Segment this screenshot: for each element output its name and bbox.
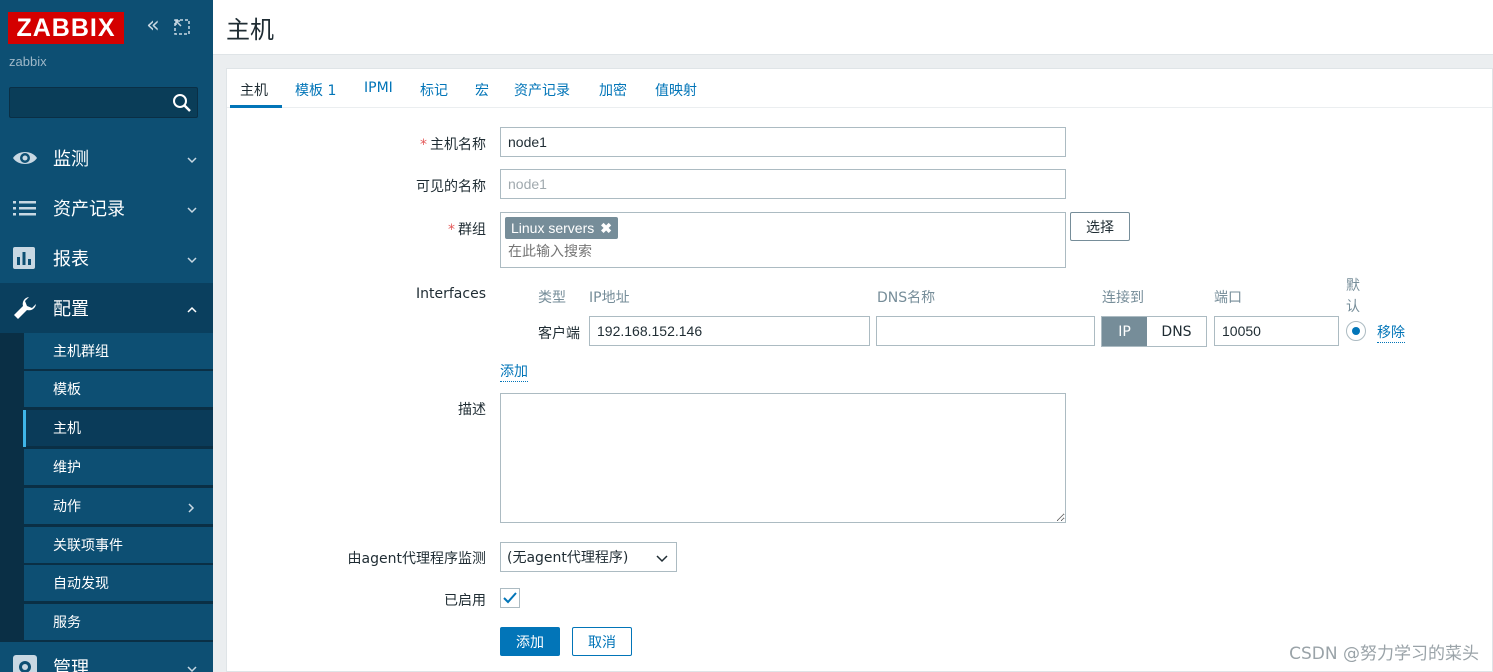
submenu-host-groups[interactable]: 主机群组 — [24, 333, 213, 370]
default-interface-radio[interactable] — [1346, 321, 1366, 341]
eye-icon — [12, 145, 38, 171]
close-icon[interactable]: ✖ — [600, 220, 612, 236]
submenu-services[interactable]: 服务 — [24, 604, 213, 641]
tab-host[interactable]: 主机 — [240, 80, 268, 100]
submenu-label: 关联项事件 — [53, 538, 123, 554]
host-name-label: * 主机名称 — [420, 137, 486, 153]
interface-ip-input[interactable] — [589, 316, 870, 346]
server-name: zabbix — [9, 54, 47, 69]
add-button[interactable]: 添加 — [500, 627, 560, 656]
active-tab-indicator — [230, 105, 282, 108]
tab-bar: 主机 模板 1 IPMI 标记 宏 资产记录 加密 值映射 — [227, 69, 1492, 108]
chevron-down-icon — [187, 662, 197, 672]
menu-configuration[interactable]: 配置 — [0, 283, 213, 333]
proxy-select-value: (无agent代理程序) — [507, 550, 629, 566]
connect-to-toggle[interactable]: IP DNS — [1101, 316, 1207, 347]
column-default-line1: 默 — [1346, 278, 1360, 294]
sidebar: ZABBIX « zabbix 监测 资产记录 报表 配置 主机群组 模板 主机… — [0, 0, 213, 672]
interfaces-label: Interfaces — [416, 286, 486, 302]
tab-encryption[interactable]: 加密 — [599, 80, 627, 100]
proxy-label: 由agent代理程序监测 — [347, 551, 486, 567]
column-default-line2: 认 — [1346, 299, 1360, 315]
tab-macros[interactable]: 宏 — [475, 80, 489, 100]
submenu-label: 主机 — [53, 421, 81, 437]
list-icon — [12, 195, 38, 221]
submenu-label: 模板 — [53, 382, 81, 398]
tab-templates[interactable]: 模板 1 — [295, 80, 336, 100]
chevron-down-icon — [656, 552, 668, 563]
host-form-panel: 主机 模板 1 IPMI 标记 宏 资产记录 加密 值映射 *主机名称 可见的名… — [226, 68, 1493, 672]
column-dns: DNS名称 — [877, 290, 936, 306]
menu-reports[interactable]: 报表 — [0, 233, 213, 283]
menu-label: 报表 — [53, 249, 89, 270]
tab-ipmi[interactable]: IPMI — [364, 80, 393, 96]
group-chip: Linux servers ✖ — [505, 217, 618, 239]
column-port: 端口 — [1214, 290, 1242, 306]
chevron-down-icon — [187, 153, 197, 164]
add-interface-link[interactable]: 添加 — [500, 361, 528, 382]
column-connect-to: 连接到 — [1102, 290, 1144, 306]
gear-icon — [12, 654, 38, 672]
menu-label: 监测 — [53, 149, 89, 170]
tab-inventory[interactable]: 资产记录 — [514, 80, 570, 100]
connect-ip-option[interactable]: IP — [1102, 317, 1147, 346]
visible-name-input[interactable] — [500, 169, 1066, 199]
groups-label: * 群组 — [448, 222, 486, 238]
zabbix-logo[interactable]: ZABBIX — [8, 12, 124, 44]
tab-tags[interactable]: 标记 — [420, 80, 448, 100]
menu-label: 管理 — [53, 658, 89, 672]
submenu-label: 自动发现 — [53, 576, 109, 592]
submenu-event-correlation[interactable]: 关联项事件 — [24, 527, 213, 564]
sidebar-search-input[interactable] — [10, 88, 170, 117]
column-type: 类型 — [538, 290, 566, 306]
column-ip: IP地址 — [589, 290, 630, 306]
sidebar-search[interactable] — [9, 87, 198, 118]
tab-value-mapping[interactable]: 值映射 — [655, 80, 697, 100]
chevron-right-icon — [187, 501, 195, 513]
enabled-label: 已启用 — [444, 593, 486, 609]
expand-icon[interactable] — [172, 17, 192, 37]
host-name-input[interactable] — [500, 127, 1066, 157]
submenu-label: 主机群组 — [53, 344, 109, 360]
submenu-discovery[interactable]: 自动发现 — [24, 565, 213, 602]
groups-multiselect[interactable]: Linux servers ✖ — [500, 212, 1066, 268]
submenu-actions[interactable]: 动作 — [24, 488, 213, 525]
menu-administration[interactable]: 管理 — [0, 642, 213, 672]
remove-interface-link[interactable]: 移除 — [1377, 322, 1405, 343]
wrench-icon — [12, 295, 38, 321]
checkmark-icon — [503, 592, 517, 604]
cancel-button[interactable]: 取消 — [572, 627, 632, 656]
interface-port-input[interactable] — [1214, 316, 1339, 346]
watermark: CSDN @努力学习的菜头 — [1289, 644, 1479, 664]
submenu-label: 服务 — [53, 615, 81, 631]
bar-chart-icon — [12, 245, 38, 271]
submenu-label: 维护 — [53, 460, 81, 476]
menu-monitoring[interactable]: 监测 — [0, 133, 213, 183]
chevron-down-icon — [187, 203, 197, 214]
description-textarea[interactable] — [500, 393, 1066, 523]
menu-inventory[interactable]: 资产记录 — [0, 183, 213, 233]
description-label: 描述 — [458, 402, 486, 418]
interface-dns-input[interactable] — [876, 316, 1095, 346]
page-title: 主机 — [226, 16, 274, 44]
menu-label: 资产记录 — [53, 199, 125, 220]
select-groups-button[interactable]: 选择 — [1070, 212, 1130, 241]
submenu-label: 动作 — [53, 499, 81, 515]
submenu-templates[interactable]: 模板 — [24, 371, 213, 408]
interface-type: 客户端 — [538, 326, 580, 342]
configuration-submenu: 主机群组 模板 主机 维护 动作 关联项事件 自动发现 服务 — [0, 333, 213, 642]
search-icon[interactable] — [172, 93, 192, 113]
enabled-checkbox[interactable] — [500, 588, 520, 608]
proxy-select[interactable]: (无agent代理程序) — [500, 542, 677, 572]
submenu-maintenance[interactable]: 维护 — [24, 449, 213, 486]
visible-name-label: 可见的名称 — [416, 179, 486, 195]
connect-dns-option[interactable]: DNS — [1147, 317, 1206, 346]
chevron-up-icon — [187, 303, 197, 313]
double-chevron-left-icon[interactable]: « — [142, 15, 164, 38]
page-header: 主机 — [213, 0, 1493, 55]
group-search-input[interactable] — [508, 243, 808, 259]
menu-label: 配置 — [53, 299, 89, 320]
submenu-hosts[interactable]: 主机 — [23, 410, 213, 447]
chevron-down-icon — [187, 253, 197, 264]
